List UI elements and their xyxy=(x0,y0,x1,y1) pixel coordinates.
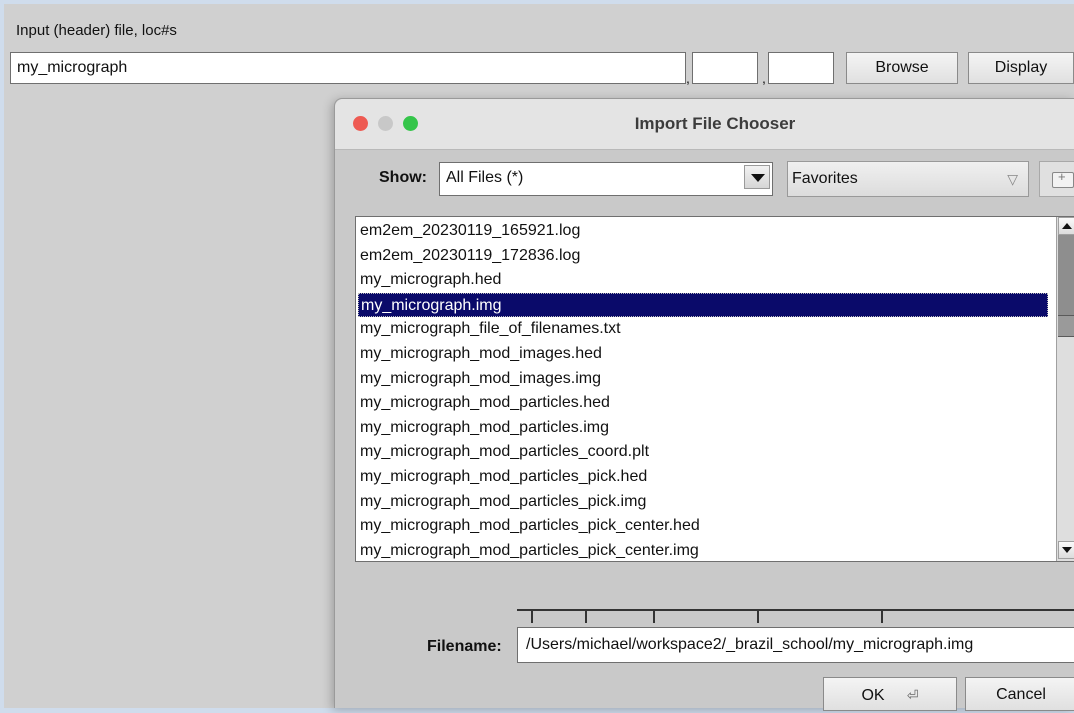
scrollbar-thumb[interactable] xyxy=(1058,315,1074,337)
ruler-tick xyxy=(757,609,759,623)
ruler-tick xyxy=(881,609,883,623)
file-list-item[interactable]: my_micrograph_mod_particles_pick.img xyxy=(358,490,1048,514)
file-list-item[interactable]: my_micrograph_mod_particles_coord.plt xyxy=(358,440,1048,464)
filename-label: Filename: xyxy=(427,638,502,655)
file-list-item[interactable]: em2em_20230119_172836.log xyxy=(358,244,1048,268)
browse-button[interactable]: Browse xyxy=(846,52,958,84)
file-list-item[interactable]: my_micrograph_mod_particles_pick_center.… xyxy=(358,514,1048,538)
loc2-field[interactable] xyxy=(768,52,834,84)
import-file-chooser-dialog: Import File Chooser Show: All Files (*) … xyxy=(334,98,1074,711)
triangle-down-icon: ▽ xyxy=(1007,171,1018,187)
favorites-dropdown[interactable]: Favorites ▽ xyxy=(787,161,1029,197)
file-list-item[interactable]: my_micrograph_mod_particles.hed xyxy=(358,391,1048,415)
ruler-tick xyxy=(653,609,655,623)
filename-input[interactable]: /Users/michael/workspace2/_brazil_school… xyxy=(517,627,1074,663)
show-label: Show: xyxy=(379,169,427,186)
file-list-item[interactable]: my_micrograph.img xyxy=(358,292,1048,317)
file-list-item[interactable]: my_micrograph_mod_images.img xyxy=(358,367,1048,391)
file-list[interactable]: em2em_20230119_165921.log em2em_20230119_… xyxy=(355,216,1074,562)
input-header-label: Input (header) file, loc#s xyxy=(16,22,177,39)
new-folder-icon xyxy=(1052,169,1074,188)
ok-label: OK xyxy=(861,687,885,704)
cancel-button[interactable]: Cancel xyxy=(965,677,1074,711)
loc1-field[interactable] xyxy=(692,52,758,84)
scroll-down-icon[interactable] xyxy=(1058,541,1074,559)
comma-separator: , xyxy=(762,70,766,86)
dialog-titlebar: Import File Chooser xyxy=(335,99,1074,150)
file-list-item[interactable]: my_micrograph_mod_images.hed xyxy=(358,342,1048,366)
scroll-up-icon[interactable] xyxy=(1058,217,1074,235)
file-list-item[interactable]: my_micrograph_file_of_filenames.txt xyxy=(358,317,1048,341)
ruler-tick xyxy=(531,609,533,623)
return-key-icon: ⏎ xyxy=(906,687,919,703)
file-list-item[interactable]: em2em_20230119_165921.log xyxy=(358,219,1048,243)
scrollbar-track[interactable] xyxy=(1058,235,1074,315)
favorites-label: Favorites xyxy=(792,170,858,187)
file-list-item[interactable]: my_micrograph_mod_particles_pick.hed xyxy=(358,465,1048,489)
new-folder-button[interactable] xyxy=(1039,161,1074,197)
chevron-down-icon[interactable] xyxy=(744,165,770,189)
display-button[interactable]: Display xyxy=(968,52,1074,84)
ok-button[interactable]: OK ⏎ xyxy=(823,677,957,711)
file-filter-value: All Files (*) xyxy=(446,169,524,186)
input-file-field[interactable]: my_micrograph xyxy=(10,52,686,84)
file-list-item[interactable]: my_micrograph.hed xyxy=(358,268,1048,292)
file-list-item[interactable]: my_micrograph_mod_particles.img xyxy=(358,416,1048,440)
comma-separator: , xyxy=(686,70,690,86)
file-list-item[interactable]: my_micrograph_mod_particles_pick_center.… xyxy=(358,539,1048,561)
file-list-scrollbar[interactable] xyxy=(1056,217,1074,561)
column-ruler xyxy=(517,609,1074,625)
file-filter-select[interactable]: All Files (*) xyxy=(439,162,773,196)
ruler-tick xyxy=(585,609,587,623)
dialog-title: Import File Chooser xyxy=(634,114,796,133)
